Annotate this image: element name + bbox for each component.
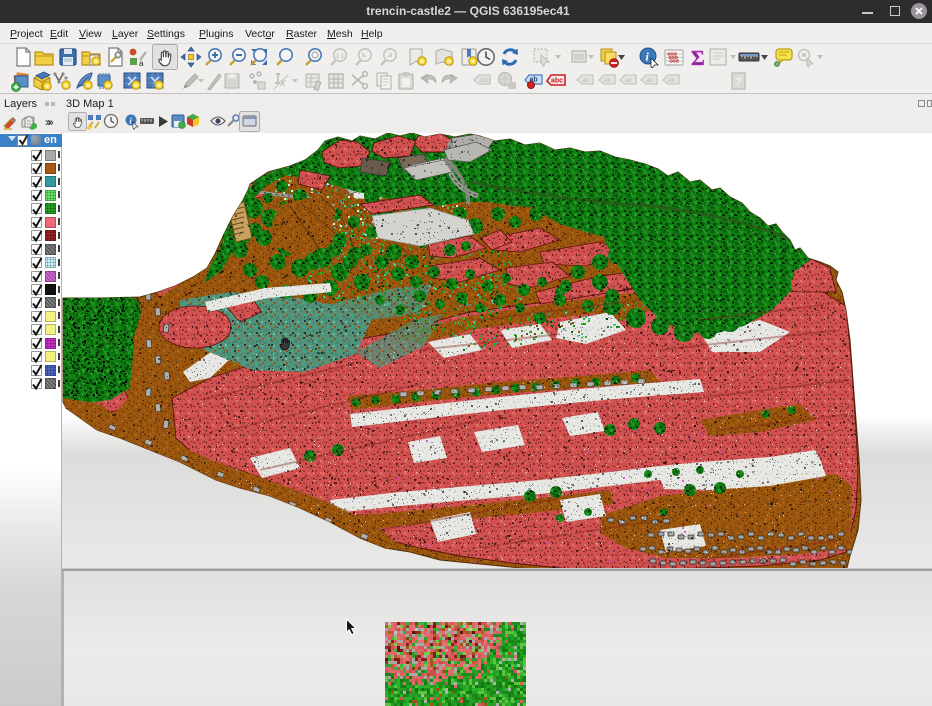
svg-text:ab: ab: [625, 78, 632, 84]
svg-text:a: a: [139, 59, 144, 68]
svg-text:ab: ab: [604, 78, 611, 84]
svg-text:abc: abc: [479, 78, 489, 84]
svg-text:?: ?: [735, 76, 742, 88]
svg-text:abc: abc: [551, 78, 563, 85]
svg-text:ab: ab: [582, 78, 589, 84]
svg-text:ab: ab: [668, 78, 675, 84]
svg-text:Σ: Σ: [691, 46, 705, 68]
svg-text:»: »: [45, 115, 52, 129]
svg-text:1:1: 1:1: [336, 54, 345, 60]
svg-text:ab: ab: [646, 78, 653, 84]
